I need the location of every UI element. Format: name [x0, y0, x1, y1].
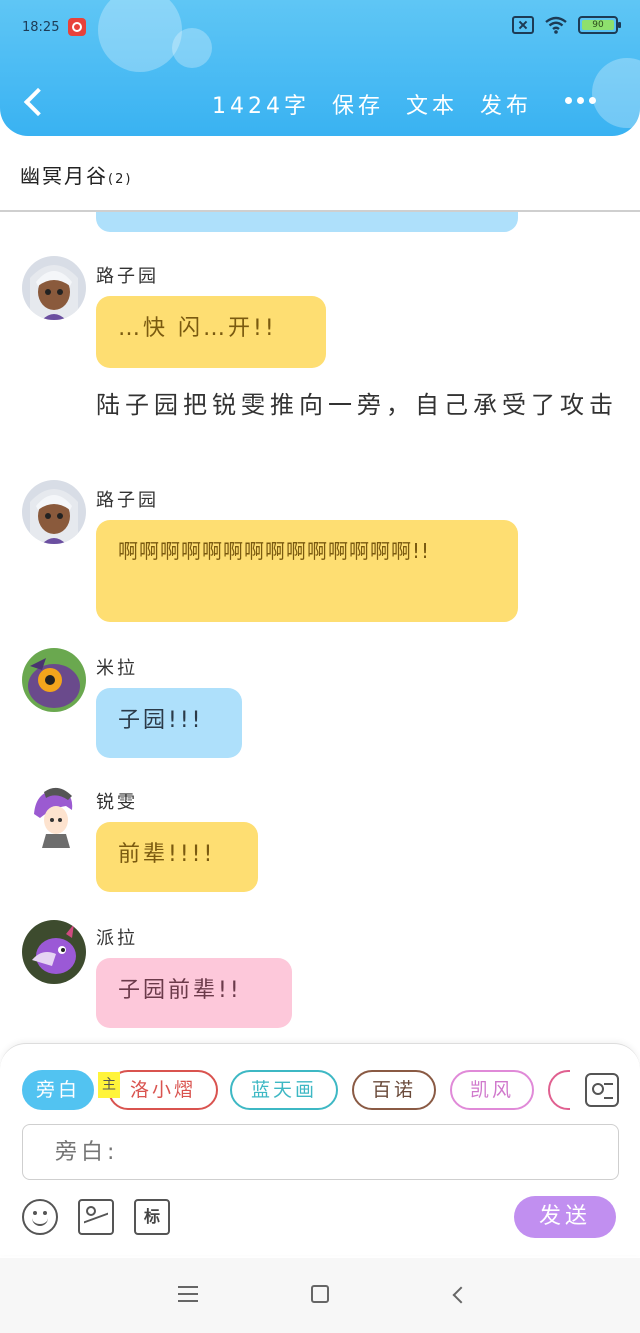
chat-title: 幽冥月谷(2) — [20, 160, 132, 189]
member-count: (2) — [108, 172, 133, 187]
battery-level: 90 — [582, 20, 614, 30]
status-icons: 90 — [512, 16, 621, 34]
status-time: 18:25 — [22, 20, 60, 35]
back-icon[interactable] — [450, 1286, 466, 1302]
role-chip[interactable]: 凯风 — [450, 1070, 534, 1110]
back-button[interactable] — [20, 84, 50, 120]
sender-name: 派拉 — [96, 928, 138, 949]
menu-icon[interactable] — [178, 1286, 198, 1302]
purple-haired-boy-avatar[interactable] — [22, 784, 86, 848]
no-sim-icon — [512, 16, 534, 34]
system-nav-bar — [0, 1258, 640, 1333]
character-list-icon[interactable] — [585, 1073, 619, 1107]
emoji-icon[interactable] — [22, 1199, 58, 1235]
wifi-icon — [545, 16, 567, 34]
message-bubble-partial — [96, 212, 518, 232]
purple-creature-avatar[interactable] — [22, 648, 86, 712]
role-chip[interactable]: 百诺 — [352, 1070, 436, 1110]
message-bubble[interactable]: 前辈!!!! — [96, 822, 258, 892]
decorative-bubble — [592, 58, 640, 128]
role-chip-partial[interactable] — [548, 1070, 570, 1110]
message-bubble[interactable]: 啊啊啊啊啊啊啊啊啊啊啊啊啊啊!! — [96, 520, 518, 622]
decorative-bubble — [172, 28, 212, 68]
sender-name: 路子园 — [96, 266, 159, 287]
top-header: 18:25 90 1424字 保存 文本 发布 — [0, 0, 640, 136]
purple-dragon-avatar[interactable] — [22, 920, 86, 984]
save-button[interactable]: 保存 — [332, 88, 384, 120]
battery-icon: 90 — [578, 16, 621, 34]
image-icon[interactable] — [78, 1199, 114, 1235]
message-input[interactable] — [22, 1124, 619, 1180]
role-chip[interactable]: 蓝天画 — [230, 1070, 338, 1110]
narration-text[interactable]: 陆子园把锐雯推向一旁，自己承受了攻击 — [24, 386, 624, 424]
sender-name: 路子园 — [96, 490, 159, 511]
chat-title-text: 幽冥月谷 — [20, 164, 108, 188]
home-icon[interactable] — [311, 1285, 329, 1303]
publish-button[interactable]: 发布 — [480, 88, 532, 120]
decorative-bubble — [98, 0, 182, 72]
role-chip-narrator[interactable]: 旁白 — [22, 1070, 94, 1110]
message-bubble[interactable]: 子园前辈!! — [96, 958, 292, 1028]
header-actions: 1424字 保存 文本 发布 — [212, 88, 532, 120]
more-options-icon[interactable] — [565, 97, 596, 104]
word-count: 1424字 — [212, 94, 310, 119]
role-chip[interactable]: 洛小熠 — [108, 1070, 218, 1110]
sender-name: 锐雯 — [96, 792, 138, 813]
main-character-badge: 主 — [98, 1072, 120, 1098]
white-haired-girl-avatar[interactable] — [22, 480, 86, 544]
sender-name: 米拉 — [96, 658, 138, 679]
text-button[interactable]: 文本 — [406, 88, 458, 120]
music-app-icon — [68, 18, 86, 36]
message-bubble[interactable]: 子园!!! — [96, 688, 242, 758]
send-button[interactable]: 发送 — [514, 1196, 616, 1238]
tag-button[interactable]: 标 — [134, 1199, 170, 1235]
white-haired-girl-avatar[interactable] — [22, 256, 86, 320]
message-bubble[interactable]: …快 闪…开!! — [96, 296, 326, 368]
